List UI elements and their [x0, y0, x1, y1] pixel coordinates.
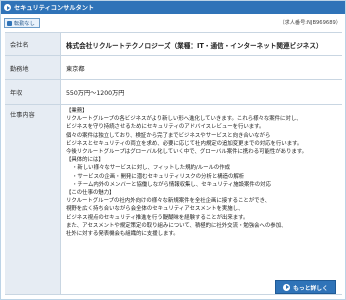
- job-title: セキュリティコンサルタント: [14, 5, 95, 12]
- description-line: 【業務】: [66, 108, 88, 114]
- square-icon: [7, 20, 12, 26]
- arrow-circle-icon: [4, 4, 11, 11]
- description-line: ・サービスの企画・開発に潜むセキュリティリスクの分析と構造の解析: [72, 173, 245, 180]
- company-label: 会社名: [5, 33, 61, 55]
- description-line: 今後リクルートグループはグローバル化していく中で、グローバル案件に携わる可能性が…: [66, 149, 308, 156]
- description-line: ビジネス視点のセキュリティ推進を行う醍醐味を経験することが出来ます。: [66, 214, 249, 221]
- description-line: 個々の案件は独立しており、検証から完了までビジネスやサービスと向き合いながら: [66, 132, 271, 139]
- location-label: 勤務地: [5, 56, 61, 79]
- description-line: ・チーム内外のメンバーと協働しながら情報収集し、セキュリティ施設案件の対応: [72, 181, 271, 188]
- job-request-number: （求人番号:NJB969689）: [279, 20, 341, 26]
- description-line: ビジネスを守り持続させるためにセキュリティのアドバイスレビューを行います。: [66, 124, 265, 131]
- more-details-label: もっと詳しく: [293, 285, 328, 292]
- description-line: 社外に対する発表機会も組織的に支援します。: [66, 231, 179, 238]
- description-line: 【具体的には】: [66, 157, 104, 164]
- description-line: ビジネスとセキュリティの両立を求め、必要に応じて社内規定の追加変更までの対応を行…: [66, 140, 303, 147]
- job-details-table: 会社名 株式会社リクルートテクノロジーズ（業種：IT・通信・インターネット関連ビ…: [5, 32, 342, 295]
- salary-label: 年収: [5, 80, 61, 104]
- no-transfer-badge: 転勤なし: [4, 18, 40, 28]
- job-title-header[interactable]: セキュリティコンサルタント: [1, 1, 345, 14]
- company-value: 株式会社リクルートテクノロジーズ（業種：IT・通信・インターネット関連ビジネス）: [66, 42, 323, 50]
- description-line: ・新しい様々なサービスに対し、フィットした規約/ルールの作成: [72, 165, 231, 172]
- description-line: リクルートグループの社内外向けの様々な新規案件を全社企画に接することができ、: [66, 198, 270, 205]
- description-line: 視野を広く持ち合いながら会全体のセキュリティアセスメントを実施し、: [66, 206, 244, 213]
- company-row: 会社名 株式会社リクルートテクノロジーズ（業種：IT・通信・インターネット関連ビ…: [5, 33, 342, 56]
- description-line: また、アセスメントや規定策定の取り組みについて、積極的に社外交流・勉強会への参加…: [66, 222, 287, 229]
- arrow-circle-icon: [283, 283, 291, 291]
- job-description-row: 仕事内容 【業務】 リクルートグループの各ビジネスがより新しい形へ進化していきま…: [5, 105, 342, 295]
- job-description-label: 仕事内容: [5, 105, 61, 294]
- job-listing-card: セキュリティコンサルタント 転勤なし （求人番号:NJB969689） 会社名 …: [0, 0, 346, 300]
- location-row: 勤務地 東京都: [5, 56, 342, 80]
- description-line: リクルートグループの各ビジネスがより新しい形へ進化していきます。これら様々な案件…: [66, 116, 302, 123]
- job-description: 【業務】 リクルートグループの各ビジネスがより新しい形へ進化していきます。これら…: [61, 105, 342, 294]
- salary-value: 550万円～1200万円: [66, 90, 125, 97]
- description-line: 【この仕事の魅力】: [66, 190, 115, 197]
- more-details-button[interactable]: もっと詳しく: [275, 280, 336, 294]
- salary-row: 年収 550万円～1200万円: [5, 80, 342, 105]
- badge-label: 転勤なし: [14, 20, 35, 27]
- location-value: 東京都: [66, 66, 85, 73]
